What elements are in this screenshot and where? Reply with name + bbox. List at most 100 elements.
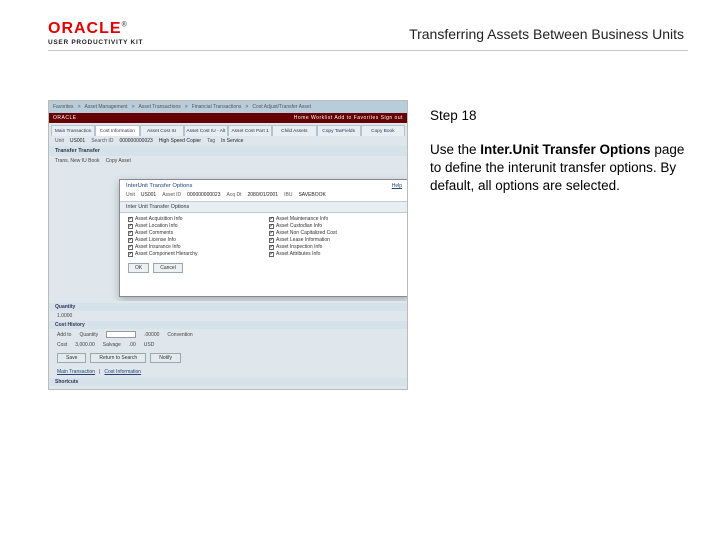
- checkbox-icon: [269, 217, 274, 222]
- check-label: Asset Maintenance Info: [276, 216, 328, 222]
- add-to-line: Add to Quantity .00000 Convention: [49, 329, 407, 340]
- check-lease[interactable]: Asset Lease Information: [269, 237, 400, 243]
- ov-iu-label: IBU: [284, 192, 292, 198]
- check-label: Asset Insurance Info: [135, 244, 181, 250]
- ov-acqdt-label: Acq Dt: [226, 192, 241, 198]
- save-buttons: Save Return to Search Notify: [49, 350, 407, 366]
- dialog-title: InterUnit Transfer Options: [126, 183, 192, 189]
- checkbox-icon: [269, 238, 274, 243]
- logo-tm: ®: [122, 22, 128, 29]
- check-maintenance[interactable]: Asset Maintenance Info: [269, 216, 400, 222]
- check-label: Asset Attributes Info: [276, 251, 320, 257]
- cancel-button[interactable]: Cancel: [153, 263, 183, 273]
- desc-value: High Speed Copier: [159, 138, 201, 144]
- checkbox-icon: [269, 231, 274, 236]
- check-comments[interactable]: Asset Comments: [128, 230, 259, 236]
- breadcrumb: Favorites > Asset Management > Asset Tra…: [49, 101, 407, 113]
- dialog-buttons: OK Cancel: [120, 260, 408, 276]
- instruction-panel: Step 18 Use the Inter.Unit Transfer Opti…: [430, 108, 685, 196]
- check-attributes[interactable]: Asset Attributes Info: [269, 251, 400, 257]
- check-location[interactable]: Asset Location Info: [128, 223, 259, 229]
- costhist-header: Cost History: [49, 321, 407, 329]
- options-grid: Asset Acquisition Info Asset Location In…: [120, 213, 408, 260]
- checkbox-icon: [128, 231, 133, 236]
- help-link[interactable]: Help: [392, 183, 402, 189]
- ok-button[interactable]: OK: [128, 263, 149, 273]
- ov-unit-label: Unit: [126, 192, 135, 198]
- options-col-right: Asset Maintenance Info Asset Custodian I…: [269, 216, 400, 257]
- input-value: .00000: [144, 332, 159, 338]
- tab-asset-cost-part1[interactable]: Asset Cost Part 1: [228, 125, 272, 136]
- footer-link-cost[interactable]: Cost Information: [104, 369, 141, 375]
- id-value: 000000000023: [119, 138, 152, 144]
- crumb: Cost Adjust/Transfer Asset: [252, 104, 311, 110]
- check-insurance[interactable]: Asset Insurance Info: [128, 244, 259, 250]
- ov-savebook: SAVEBOOK: [298, 192, 325, 198]
- tab-cost-info[interactable]: Cost Information: [95, 125, 139, 136]
- tab-asset-cost-iu[interactable]: Asset Cost IU: [140, 125, 184, 136]
- check-hierarchy[interactable]: Asset Component Hierarchy: [128, 251, 259, 257]
- shortcuts-header: Shortcuts: [49, 378, 407, 386]
- checkbox-icon: [128, 238, 133, 243]
- tab-copy-taxfields[interactable]: Copy TaxFields: [317, 125, 361, 136]
- check-label: Asset Non Capitalized Cost: [276, 230, 337, 236]
- qty-input[interactable]: [106, 331, 136, 338]
- step-label: Step 18: [430, 108, 685, 123]
- cost-value: 3,000.00: [75, 342, 94, 348]
- link-worklist[interactable]: Worklist: [311, 115, 333, 121]
- ov-acqdt-value: 2080/01/2001: [248, 192, 279, 198]
- dialog-title-bar: InterUnit Transfer Options Help: [120, 180, 408, 191]
- check-label: Asset Acquisition Info: [135, 216, 183, 222]
- options-col-left: Asset Acquisition Info Asset Location In…: [128, 216, 259, 257]
- save-button[interactable]: Save: [57, 353, 86, 363]
- copy-row: Trans. New IU Book Copy Asset: [49, 156, 407, 166]
- instruction-prefix: Use the: [430, 142, 480, 157]
- ov-assetid-label: Asset ID: [162, 192, 181, 198]
- tab-asset-cost-iu-alt[interactable]: Asset Cost IU - Alt: [184, 125, 228, 136]
- transfer-section-label: Transfer Transfer: [55, 148, 100, 154]
- tab-strip: Main Transaction Cost Information Asset …: [49, 123, 407, 136]
- cost-line: Cost 3,000.00 Salvage .00 USD: [49, 340, 407, 350]
- unit-label: Unit: [55, 138, 64, 144]
- check-label: Asset Component Hierarchy: [135, 251, 198, 257]
- link-favorites[interactable]: Add to Favorites: [334, 115, 378, 121]
- divider: [48, 50, 688, 51]
- notify-button[interactable]: Notify: [150, 353, 181, 363]
- link-home[interactable]: Home: [294, 115, 309, 121]
- footer-link-main[interactable]: Main Transaction: [57, 369, 95, 375]
- lower-panel: Quantity 1.0000 Cost History Add to Quan…: [49, 301, 407, 389]
- trans-label: Trans. New IU Book: [55, 158, 100, 164]
- return-button[interactable]: Return to Search: [90, 353, 146, 363]
- ov-unit-value: US001: [141, 192, 156, 198]
- checkbox-icon: [269, 224, 274, 229]
- logo-brand: ORACLE®: [48, 20, 168, 38]
- tag-label: Tag: [207, 138, 215, 144]
- checkbox-icon: [269, 245, 274, 250]
- check-custodian[interactable]: Asset Custodian Info: [269, 223, 400, 229]
- check-inspection[interactable]: Asset Inspection Info: [269, 244, 400, 250]
- check-label: Asset Custodian Info: [276, 223, 322, 229]
- copy-asset-label: Copy Asset: [106, 158, 131, 164]
- page-title: Transferring Assets Between Business Uni…: [409, 26, 684, 42]
- tab-main[interactable]: Main Transaction: [51, 125, 95, 136]
- header-links: Home Worklist Add to Favorites Sign out: [294, 115, 403, 121]
- cost-label: Cost: [57, 342, 67, 348]
- check-acquisition[interactable]: Asset Acquisition Info: [128, 216, 259, 222]
- footer-links: Main Transaction | Cost Information: [49, 366, 407, 375]
- checkbox-icon: [128, 252, 133, 257]
- link-signout[interactable]: Sign out: [381, 115, 403, 121]
- salvage-label: Salvage: [103, 342, 121, 348]
- check-label: Asset Comments: [135, 230, 173, 236]
- check-license[interactable]: Asset License Info: [128, 237, 259, 243]
- check-noncapitalized[interactable]: Asset Non Capitalized Cost: [269, 230, 400, 236]
- instruction-bold: Inter.Unit Transfer Options: [480, 142, 650, 157]
- qty2-label: Quantity: [79, 332, 98, 338]
- crumb: Financial Transactions: [192, 104, 242, 110]
- salvage-value: .00: [129, 342, 136, 348]
- check-label: Asset Location Info: [135, 223, 178, 229]
- tab-child-assets[interactable]: Child Assets: [272, 125, 316, 136]
- tab-copy-book[interactable]: Copy Book: [361, 125, 405, 136]
- checkbox-icon: [269, 252, 274, 257]
- app-brand: ORACLE: [53, 115, 77, 121]
- checkbox-icon: [128, 245, 133, 250]
